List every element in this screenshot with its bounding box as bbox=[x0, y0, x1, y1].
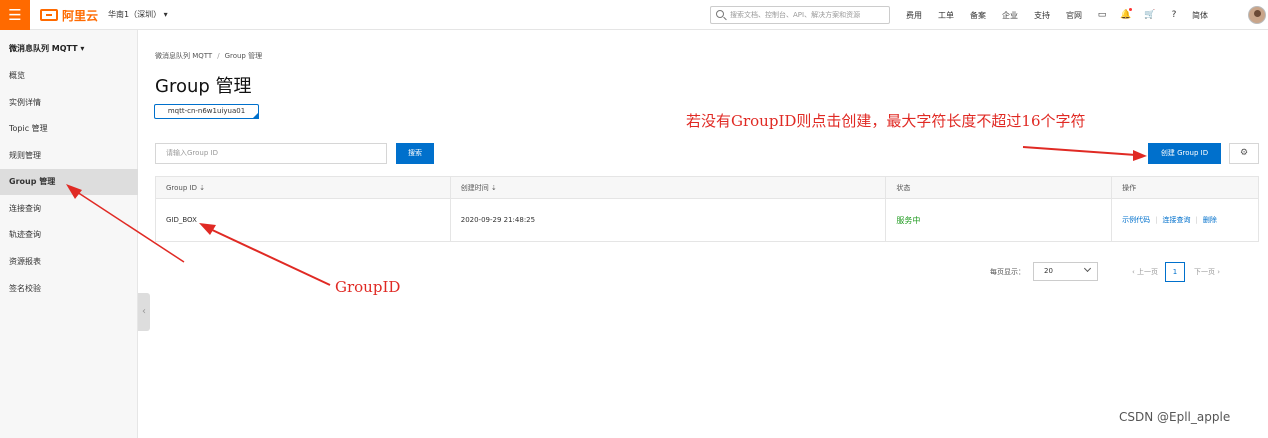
sidebar-item-rule-management[interactable]: 规则管理 bbox=[0, 143, 138, 169]
actions-cell: 示例代码 | 连接查询 | 删除 bbox=[1112, 199, 1259, 241]
search-icon bbox=[716, 10, 724, 18]
annotation-create-hint: 若没有GroupID则点击创建，最大字符长度不超过16个字符 bbox=[686, 112, 1086, 130]
product-selector[interactable]: 微消息队列 MQTT ▾ bbox=[9, 43, 84, 54]
sidebar-item-signature-check[interactable]: 签名校验 bbox=[0, 276, 138, 302]
settings-icon[interactable]: ⚙ bbox=[1229, 143, 1259, 164]
table-row: GID_BOX 2020-09-29 21:48:25 服务中 示例代码 | 连接查… bbox=[156, 199, 1259, 242]
table-header-row: Group ID ⇣ 创建时间 ⇣ 状态 操作 bbox=[156, 177, 1259, 199]
breadcrumb-item-current: Group 管理 bbox=[224, 52, 263, 60]
sidebar-item-instance-details[interactable]: 实例详情 bbox=[0, 90, 138, 116]
console-icon[interactable]: ▭ bbox=[1090, 10, 1114, 20]
group-id-cell: GID_BOX bbox=[156, 199, 451, 241]
prev-page-button[interactable]: ‹ 上一页 bbox=[1132, 267, 1158, 277]
group-id-search-input[interactable]: 请输入Group ID bbox=[155, 143, 387, 164]
column-header-status: 状态 bbox=[886, 177, 1113, 198]
annotation-groupid-label: GroupID bbox=[335, 278, 401, 296]
column-header-actions: 操作 bbox=[1112, 177, 1259, 198]
sidebar: 微消息队列 MQTT ▾ 概览 实例详情 Topic 管理 规则管理 Group… bbox=[0, 30, 138, 438]
sidebar-item-topic-management[interactable]: Topic 管理 bbox=[0, 116, 138, 142]
aliyun-logo-icon bbox=[40, 9, 58, 21]
sidebar-item-resource-report[interactable]: 资源报表 bbox=[0, 249, 138, 275]
top-link-tickets[interactable]: 工单 bbox=[930, 10, 962, 21]
status-badge: 服务中 bbox=[896, 216, 921, 225]
sidebar-item-group-management[interactable]: Group 管理 bbox=[0, 169, 138, 195]
page-size-label: 每页显示： bbox=[990, 268, 1025, 276]
arrow-to-create-button bbox=[1022, 146, 1137, 156]
created-time-cell: 2020-09-29 21:48:25 bbox=[451, 199, 887, 241]
language-selector[interactable]: 简体 bbox=[1186, 10, 1214, 21]
next-page-button[interactable]: 下一页 › bbox=[1194, 267, 1220, 277]
aliyun-logo[interactable]: 阿里云 bbox=[40, 7, 98, 23]
breadcrumb-separator: / bbox=[217, 52, 220, 60]
sample-code-link[interactable]: 示例代码 bbox=[1122, 216, 1150, 224]
search-button[interactable]: 搜索 bbox=[396, 143, 434, 164]
page-title: Group 管理 bbox=[155, 76, 252, 97]
page-size-select[interactable]: 20 bbox=[1033, 262, 1098, 281]
global-search-input[interactable]: 搜索文档、控制台、API、解决方案和资源 bbox=[710, 6, 890, 24]
user-avatar[interactable] bbox=[1248, 6, 1266, 24]
watermark: CSDN @Epll_apple bbox=[1119, 410, 1231, 424]
hamburger-menu-icon[interactable]: ☰ bbox=[0, 0, 30, 30]
create-group-id-button[interactable]: 创建 Group ID bbox=[1148, 143, 1221, 164]
page-size-value: 20 bbox=[1044, 267, 1053, 275]
top-navigation-bar: ☰ 阿里云 华南1（深圳） ▾ 搜索文档、控制台、API、解决方案和资源 费用 … bbox=[0, 0, 1268, 30]
notification-dot bbox=[1129, 8, 1132, 11]
top-link-fees[interactable]: 费用 bbox=[898, 10, 930, 21]
connection-query-link[interactable]: 连接查询 bbox=[1162, 216, 1190, 224]
brand-name: 阿里云 bbox=[62, 8, 99, 23]
arrowhead-create-button bbox=[1133, 150, 1147, 161]
global-search-placeholder: 搜索文档、控制台、API、解决方案和资源 bbox=[730, 11, 861, 19]
top-links: 费用 工单 备案 企业 支持 官网 ▭ 🔔 🛒 ? 简体 bbox=[898, 0, 1214, 30]
pagination: ‹ 上一页 1 下一页 › bbox=[1132, 262, 1220, 282]
top-link-website[interactable]: 官网 bbox=[1058, 10, 1090, 21]
sidebar-item-trace-query[interactable]: 轨迹查询 bbox=[0, 222, 138, 248]
top-link-support[interactable]: 支持 bbox=[1026, 10, 1058, 21]
top-link-filing[interactable]: 备案 bbox=[962, 10, 994, 21]
sidebar-item-overview[interactable]: 概览 bbox=[0, 63, 138, 89]
action-separator: | bbox=[1155, 216, 1158, 224]
group-table: Group ID ⇣ 创建时间 ⇣ 状态 操作 GID_BOX 2020-09-… bbox=[155, 176, 1259, 242]
sidebar-collapse-icon[interactable]: ‹ bbox=[138, 293, 150, 331]
help-icon[interactable]: ? bbox=[1162, 10, 1186, 20]
bell-icon[interactable]: 🔔 bbox=[1114, 8, 1138, 20]
column-header-created-time[interactable]: 创建时间 ⇣ bbox=[450, 177, 887, 198]
delete-link[interactable]: 删除 bbox=[1203, 216, 1217, 224]
instance-selector[interactable]: mqtt-cn-n6w1uiyua01 bbox=[154, 104, 259, 119]
action-separator: | bbox=[1195, 216, 1198, 224]
column-header-group-id[interactable]: Group ID ⇣ bbox=[156, 177, 451, 198]
sidebar-item-connection-query[interactable]: 连接查询 bbox=[0, 196, 138, 222]
breadcrumb-item-product[interactable]: 微消息队列 MQTT bbox=[155, 52, 212, 60]
chevron-down-icon bbox=[1083, 264, 1092, 273]
status-cell: 服务中 bbox=[886, 199, 1113, 241]
page-number-current[interactable]: 1 bbox=[1165, 262, 1186, 282]
top-link-enterprise[interactable]: 企业 bbox=[994, 10, 1026, 21]
region-selector[interactable]: 华南1（深圳） ▾ bbox=[108, 9, 168, 20]
breadcrumb: 微消息队列 MQTT / Group 管理 bbox=[155, 51, 262, 61]
cart-icon[interactable]: 🛒 bbox=[1138, 10, 1162, 20]
